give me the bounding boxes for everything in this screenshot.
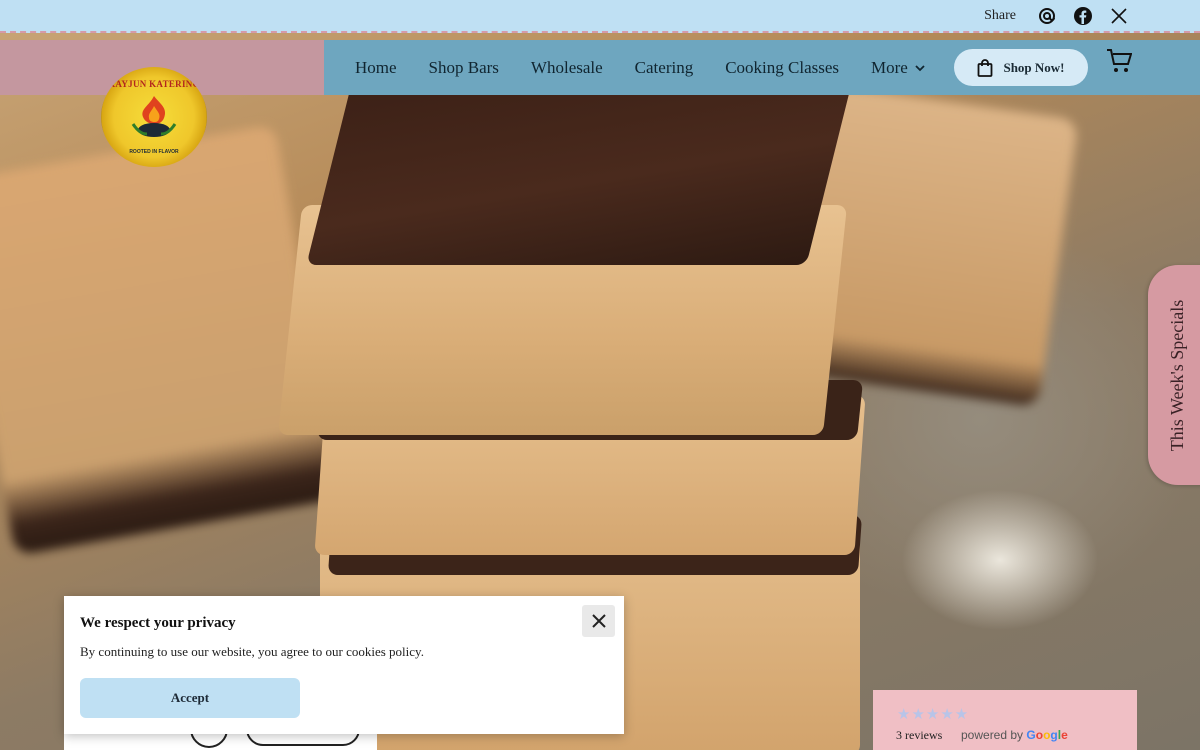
rating-stars: ★★★★★ (897, 705, 970, 723)
flame-pot-icon (131, 96, 177, 137)
powered-by-google: powered by Google (961, 728, 1068, 742)
shop-now-label: Shop Now! (1003, 59, 1065, 75)
powered-by-label: powered by (961, 728, 1024, 742)
nav-item-home[interactable]: Home (355, 58, 397, 78)
chocolate-topping (306, 75, 854, 265)
close-icon (591, 614, 606, 628)
shop-now-button[interactable]: Shop Now! (954, 49, 1088, 86)
share-label: Share (984, 7, 1016, 23)
review-count: 3 reviews (896, 728, 943, 742)
privacy-title: We respect your privacy (80, 615, 236, 631)
nav-item-catering[interactable]: Catering (635, 58, 694, 78)
nav-item-wholesale[interactable]: Wholesale (531, 58, 603, 78)
threads-icon[interactable] (1038, 7, 1056, 25)
chevron-down-icon (915, 64, 925, 71)
close-button[interactable] (582, 605, 615, 637)
privacy-popup: We respect your privacy By continuing to… (64, 596, 624, 734)
privacy-text: By continuing to use our website, you ag… (80, 644, 424, 659)
main-nav: Home Shop Bars Wholesale Catering Cookin… (324, 40, 1200, 95)
facebook-icon[interactable] (1074, 6, 1092, 25)
share-bar: Share (0, 0, 1200, 33)
logo-title: KAYJUN KATERING (108, 79, 200, 89)
shopping-bag-icon (978, 58, 993, 77)
nav-item-shop-bars[interactable]: Shop Bars (429, 58, 499, 78)
brand-logo[interactable]: KAYJUN KATERING ROOTED IN FLAVOR (101, 67, 207, 167)
nav-more-label: More (871, 57, 908, 77)
cart-icon[interactable] (1106, 48, 1133, 74)
weekly-specials-label: This Week's Specials (1167, 299, 1188, 451)
nav-item-more[interactable]: More (871, 58, 926, 78)
logo-tagline: ROOTED IN FLAVOR (129, 149, 179, 155)
x-icon[interactable] (1110, 7, 1128, 25)
weekly-specials-tab[interactable]: This Week's Specials (1148, 265, 1200, 485)
accept-button[interactable]: Accept (80, 678, 300, 718)
nav-item-cooking-classes[interactable]: Cooking Classes (725, 58, 839, 78)
google-logo: Google (1026, 728, 1068, 742)
google-reviews-widget[interactable]: ★★★★★ 3 reviews powered by Google (873, 690, 1137, 750)
